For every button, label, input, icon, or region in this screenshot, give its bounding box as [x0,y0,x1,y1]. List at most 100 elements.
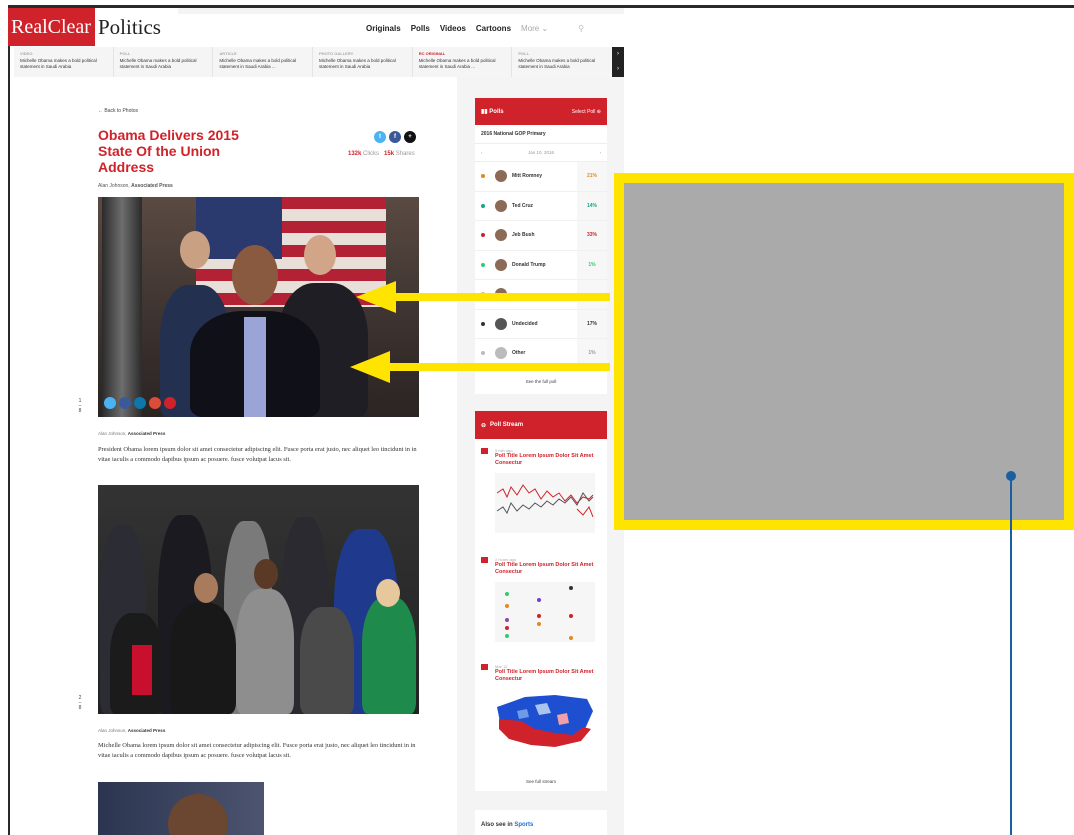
google-plus-icon[interactable] [149,397,161,409]
candidate-row[interactable]: Mitt Romney 21% [475,162,607,192]
poll-date: Jan 10, 2016 [527,150,555,155]
ticker-text: Michelle Obama makes a bold political st… [518,58,596,69]
ticker-text: Michelle Obama makes a bold political st… [418,58,496,69]
annotation-arrow-head [356,281,396,313]
nav-videos[interactable]: Videos [440,24,466,33]
head-left [180,231,210,269]
stream-item[interactable]: 2 hours ago Poll Title Lorem Ipsum Dolor… [475,557,607,642]
twitter-icon[interactable] [104,397,116,409]
byline: Alan Johnson, Associated Press [98,183,173,189]
stream-icon: ⊖ [481,422,487,429]
photo-counter: 2–8 [78,695,82,711]
photo-number: 2 [78,695,82,701]
scatter-chart-thumbnail [495,582,595,642]
shares-count: 15k [384,151,395,157]
poll-icon [481,448,488,454]
email-icon[interactable] [164,397,176,409]
first-lady [236,589,294,714]
photo-number: 1 [78,398,82,404]
annotation-arrow-shaft [396,293,610,301]
chevron-right-icon[interactable]: › [600,150,602,155]
photo-caption: Alan Johnson, Associated Press [98,431,165,436]
stream-item[interactable]: Mar 12 Poll Title Lorem Ipsum Dolor Sit … [475,664,607,749]
photo-counter: 1–8 [78,398,82,414]
facebook-icon[interactable]: f [389,131,401,143]
red-dress [132,645,152,695]
ticker-text: Michelle Obama makes a bold political st… [319,58,396,69]
ticker-next-button[interactable]: › › [612,47,624,77]
also-see-prefix: Also see in [481,822,513,828]
candidate-avatar [495,317,507,330]
nav-more[interactable]: More ⌄ [521,24,548,33]
byline-author: Alan Johnson, [98,183,130,189]
polls-header: ▮▮ Polls Select Poll ⊕ [475,98,607,125]
byline-source[interactable]: Associated Press [131,183,173,189]
ticker-tag: RC ORIGINAL [418,51,446,56]
chevron-right-icon: › [617,51,619,57]
facebook-icon[interactable] [119,397,131,409]
logo-politics: Politics [97,14,161,39]
us-map-thumbnail [495,689,595,749]
candidate-percent: 33% [577,221,607,250]
poll-stream-widget: ⊖ Poll Stream 5 min ago Poll Title Lorem … [475,411,607,791]
search-icon[interactable]: ⚲ [578,24,584,33]
poll-name: 2016 National GOP Primary [475,125,607,144]
ticker-item[interactable]: POLL Michelle Obama makes a bold politica… [512,47,612,77]
head [376,579,400,607]
ticker-item[interactable]: RC ORIGINAL Michelle Obama makes a bold p… [413,47,513,77]
ticker-item[interactable]: VIDEO Michelle Obama makes a bold politic… [14,47,114,77]
see-full-stream-link[interactable]: See full stream [475,779,607,784]
frame-left-border [8,5,10,835]
head [254,559,278,589]
nav-polls[interactable]: Polls [411,24,430,33]
nav-originals[interactable]: Originals [366,24,401,33]
candidate-color-dot [481,203,485,208]
caption-author: Alan Johnson, [98,728,127,733]
candidate-row[interactable]: Undecided 17% [475,309,607,339]
candidate-name: Ted Cruz [512,202,534,209]
ticker-item[interactable]: PHOTO GALLERY Michelle Obama makes a bold… [313,47,413,77]
line-chart-thumbnail [495,473,595,533]
poll-stream-title: Poll Stream [490,422,524,428]
candidate-row[interactable]: Donald Trump 1% [475,250,607,280]
candidate-percent: 1% [577,250,607,279]
logo-realclear: RealClear [8,8,95,46]
news-ticker: VIDEO Michelle Obama makes a bold politic… [14,47,612,77]
caption-source: Associated Press [127,728,166,733]
photo-description: Michelle Obama lorem ipsum dolor sit ame… [98,742,416,759]
annotation-arrow-shaft [390,363,610,371]
pillar-graphic [102,197,142,417]
ticker-tag: VIDEO [20,51,33,56]
ticker-item[interactable]: ARTICLE Michelle Obama makes a bold polit… [213,47,314,77]
head [194,573,218,603]
more-share-icon[interactable]: + [404,131,416,143]
stream-item[interactable]: 5 min ago Poll Title Lorem Ipsum Dolor S… [475,448,607,533]
candidate-color-dot [481,233,485,238]
poll-icon [481,557,488,563]
clicks-count: 132k [348,151,362,157]
back-to-photos-link[interactable]: ← Back to Photos [98,108,138,114]
site-logo[interactable]: RealClear Politics [8,8,161,46]
polls-widget: ▮▮ Polls Select Poll ⊕ 2016 National GOP… [475,98,607,394]
candidate-row[interactable]: Jeb Bush 33% [475,221,607,251]
candidate-row[interactable]: Ted Cruz 14% [475,191,607,221]
photo-share-bar [104,397,176,409]
ticker-item[interactable]: POLL Michelle Obama makes a bold politica… [114,47,214,77]
candidate-name: Other [512,350,526,357]
select-poll-button[interactable]: Select Poll ⊕ [572,109,601,115]
poll-stream-header: ⊖ Poll Stream [475,411,607,439]
annotation-arrow-head [350,351,390,383]
share-buttons: t f + [374,131,416,143]
candidate-color-dot [481,351,485,356]
candidate-name: Jeb Bush [512,232,535,239]
chevron-left-icon[interactable]: ‹ [481,150,483,155]
candidate-percent: 14% [577,191,607,220]
twitter-icon[interactable]: t [374,131,386,143]
linkedin-icon[interactable] [134,397,146,409]
also-see-link[interactable]: Sports [514,822,533,828]
shares-label: Shares [395,151,415,157]
nav-cartoons[interactable]: Cartoons [476,24,511,33]
ticker-text: Michelle Obama makes a bold political st… [20,58,97,69]
photo-caption: Alan Johnson, Associated Press [98,728,165,733]
candidate-avatar [495,229,507,242]
